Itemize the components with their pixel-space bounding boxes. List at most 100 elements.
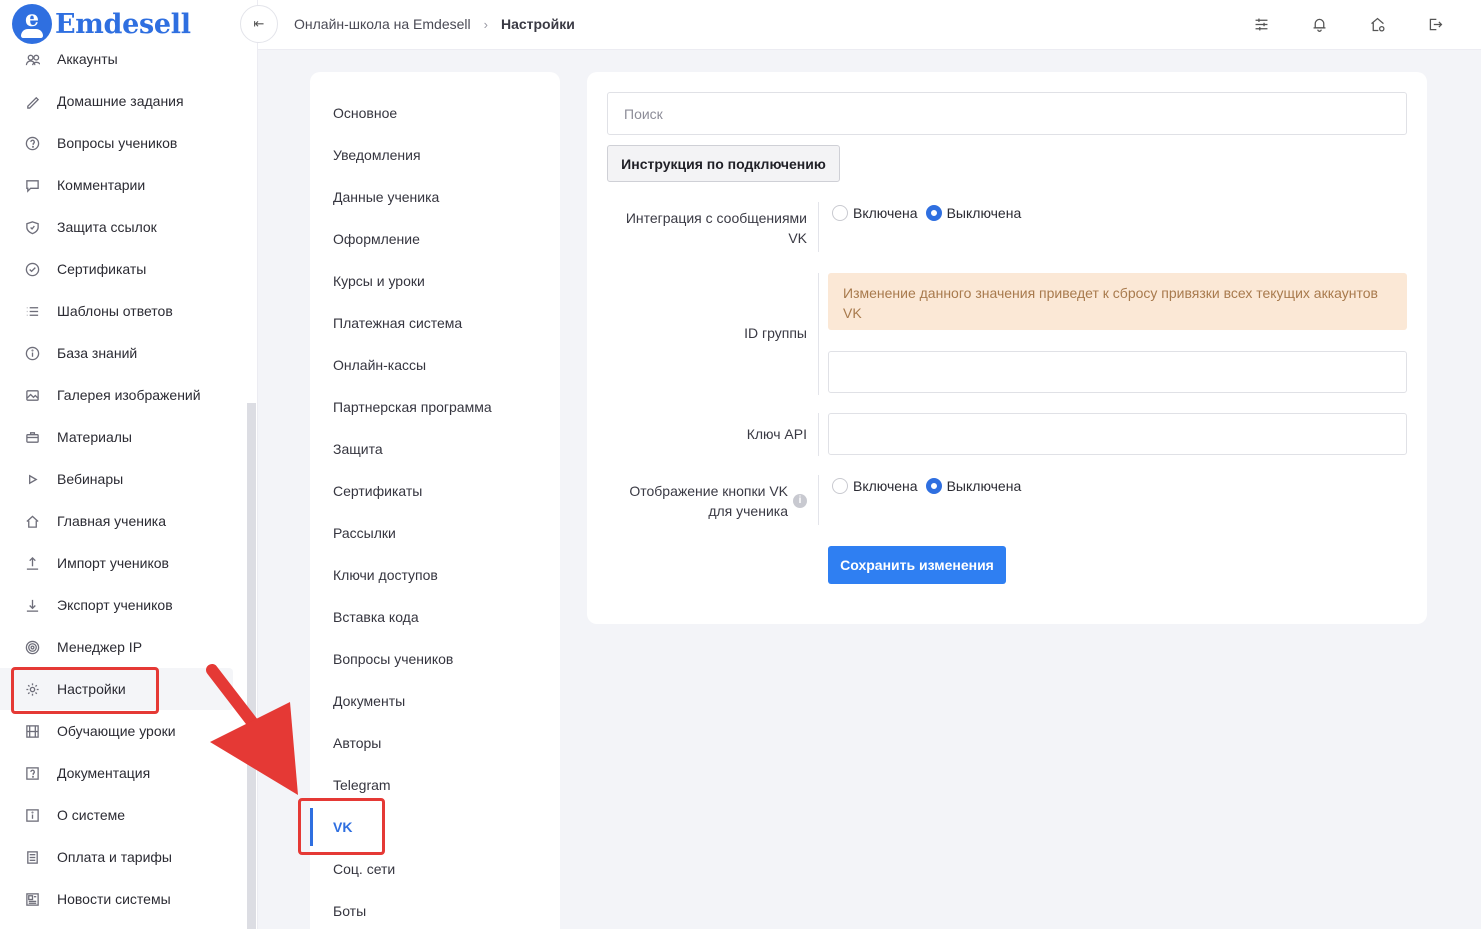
logout-icon[interactable] [1425, 14, 1445, 34]
sliders-icon[interactable] [1251, 14, 1271, 34]
sidebar-item-label: Материалы [57, 429, 132, 445]
sidebar-item[interactable]: Вебинары [0, 458, 245, 500]
sidebar-nav: Аккаунты Домашние задания Вопросы учеников… [0, 38, 245, 920]
receipt-icon [24, 849, 40, 865]
sidebar-item-label: Домашние задания [57, 93, 184, 109]
gear-icon [24, 681, 40, 697]
settings-menu-item[interactable]: Партнерская программа [333, 399, 492, 415]
settings-menu-item[interactable]: Курсы и уроки [333, 273, 425, 289]
sidebar-item-label: База знаний [57, 345, 138, 361]
warning-alert: Изменение данного значения приведет к сб… [828, 273, 1407, 330]
sidebar-item-label: Менеджер IP [57, 639, 143, 655]
settings-menu-item[interactable]: Основное [333, 105, 397, 121]
show-button-on-label: Включена [853, 478, 918, 494]
settings-menu-item[interactable]: Ключи доступов [333, 567, 438, 583]
vk-settings-card: Инструкция по подключению Интеграция с с… [587, 72, 1427, 624]
settings-menu-item[interactable]: Платежная система [333, 315, 462, 331]
film-icon [24, 723, 40, 739]
api-key-input[interactable] [828, 413, 1407, 455]
sidebar-item-label: Сертификаты [57, 261, 147, 277]
settings-menu-item[interactable]: Сертификаты [333, 483, 422, 499]
radio-on-icon [925, 205, 942, 221]
collapse-sidebar-button[interactable]: ⇤ [240, 5, 278, 43]
settings-menu-item[interactable]: Рассылки [333, 525, 396, 541]
chevron-right-icon: › [483, 16, 488, 32]
instruction-button[interactable]: Инструкция по подключению [607, 145, 840, 182]
show-button-off-label: Выключена [946, 478, 1022, 494]
save-changes-button[interactable]: Сохранить изменения [828, 546, 1006, 584]
group-id-input[interactable] [828, 351, 1407, 393]
sidebar-item-label: Защита ссылок [57, 219, 157, 235]
sidebar-item[interactable]: Сертификаты [0, 248, 245, 290]
settings-menu-item[interactable]: Данные ученика [333, 189, 439, 205]
settings-menu-item[interactable]: Telegram [333, 777, 391, 793]
check-circle-icon [24, 261, 40, 277]
image-icon [24, 387, 40, 403]
search-input[interactable] [607, 92, 1407, 135]
settings-menu-item[interactable]: Оформление [333, 231, 420, 247]
sidebar-item[interactable]: Импорт учеников [0, 542, 245, 584]
sidebar-item[interactable]: Главная ученика [0, 500, 245, 542]
show-button-off-radio[interactable]: Выключена [925, 478, 1022, 494]
list-icon [24, 303, 40, 319]
breadcrumb: Онлайн-школа на Emdesell › Настройки [294, 16, 575, 32]
sidebar-item-label: О системе [57, 807, 126, 823]
home-settings-icon[interactable] [1367, 14, 1387, 34]
sidebar-item[interactable]: Комментарии [0, 164, 245, 206]
divider [818, 202, 819, 252]
sidebar-item[interactable]: Новости системы [0, 878, 245, 920]
bell-icon[interactable] [1309, 14, 1329, 34]
breadcrumb-parent[interactable]: Онлайн-школа на Emdesell [294, 16, 471, 32]
settings-menu-item[interactable]: Авторы [333, 735, 381, 751]
sidebar-item-label: Настройки [57, 681, 126, 697]
comment-icon [24, 177, 40, 193]
sidebar-item[interactable]: Настройки [0, 668, 233, 710]
breadcrumb-current: Настройки [500, 16, 575, 32]
sidebar-item[interactable]: Менеджер IP [0, 626, 245, 668]
settings-menu-item[interactable]: Вопросы учеников [333, 651, 453, 667]
sidebar-item-label: Шаблоны ответов [57, 303, 173, 319]
sidebar-item[interactable]: Материалы [0, 416, 245, 458]
sidebar-item[interactable]: Обучающие уроки [0, 710, 245, 752]
settings-menu: Основное Уведомления Данные ученика Оформле… [310, 72, 560, 929]
settings-menu-item[interactable]: VK [333, 819, 352, 835]
show-button-on-radio[interactable]: Включена [832, 478, 918, 494]
shield-icon [24, 219, 40, 235]
sidebar-item-label: Обучающие уроки [57, 723, 176, 739]
sidebar-item-label: Комментарии [57, 177, 146, 193]
settings-menu-item[interactable]: Онлайн-кассы [333, 357, 426, 373]
question-circle-icon [24, 135, 40, 151]
info-icon[interactable]: i [793, 494, 807, 508]
sidebar-item[interactable]: База знаний [0, 332, 245, 374]
settings-menu-item[interactable]: Соц. сети [333, 861, 395, 877]
divider [818, 273, 819, 395]
integration-label: Интеграция с сообщениями VK [625, 210, 807, 246]
sidebar-item[interactable]: Шаблоны ответов [0, 290, 245, 332]
sidebar-item[interactable]: Защита ссылок [0, 206, 245, 248]
sidebar-item[interactable]: Аккаунты [0, 38, 245, 80]
sidebar-item-label: Аккаунты [57, 51, 118, 67]
sidebar-item[interactable]: Документация [0, 752, 245, 794]
settings-menu-item[interactable]: Документы [333, 693, 405, 709]
settings-menu-item[interactable]: Вставка кода [333, 609, 419, 625]
sidebar-item[interactable]: Оплата и тарифы [0, 836, 245, 878]
sidebar-item[interactable]: Экспорт учеников [0, 584, 245, 626]
sidebar-item[interactable]: О системе [0, 794, 245, 836]
sidebar-item-label: Импорт учеников [57, 555, 169, 571]
sidebar-item[interactable]: Домашние задания [0, 80, 245, 122]
sidebar: e Emdesell Аккаунты Домашние задания Вопро… [0, 0, 258, 929]
integration-off-radio[interactable]: Выключена [925, 205, 1021, 221]
target-icon [24, 639, 40, 655]
sidebar-scrollbar[interactable] [247, 403, 256, 929]
radio-off-icon [832, 478, 848, 494]
integration-on-radio[interactable]: Включена [832, 205, 918, 221]
settings-menu-item[interactable]: Уведомления [333, 147, 421, 163]
settings-menu-item[interactable]: Боты [333, 903, 366, 919]
sidebar-item[interactable]: Вопросы учеников [0, 122, 245, 164]
brand-name: Emdesell [55, 8, 191, 40]
settings-menu-item[interactable]: Защита [333, 441, 383, 457]
sidebar-item[interactable]: Галерея изображений [0, 374, 245, 416]
show-button-label: Отображение кнопки VK для ученика [629, 483, 788, 519]
info-square-icon [24, 807, 40, 823]
info-circle-icon [24, 345, 40, 361]
